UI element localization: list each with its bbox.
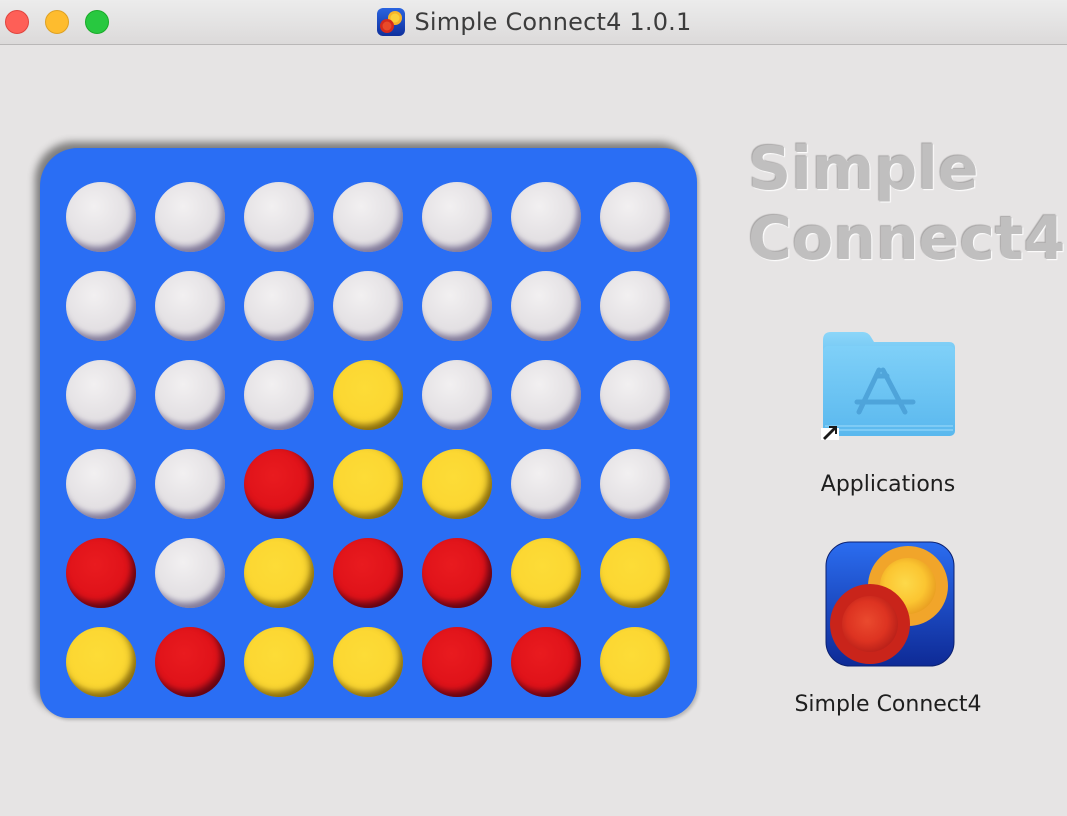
heading-line-2: Connect4 (748, 204, 1066, 274)
board-slot-empty (511, 271, 581, 341)
board-slot-empty (333, 271, 403, 341)
board-slot-yellow (333, 627, 403, 697)
board-slot-empty (600, 182, 670, 252)
board-slot-empty (66, 449, 136, 519)
title-group: Simple Connect4 1.0.1 (0, 0, 1067, 44)
board-slot-empty (511, 449, 581, 519)
board-slot-empty (422, 271, 492, 341)
board-slot-empty (66, 360, 136, 430)
board-slot-empty (600, 449, 670, 519)
board-slot-yellow (422, 449, 492, 519)
applications-label: Applications (820, 472, 956, 497)
simple-connect4-label: Simple Connect4 (794, 692, 982, 717)
alias-arrow-icon (821, 426, 839, 440)
app-title-icon (376, 8, 405, 36)
board-slot-empty (155, 449, 225, 519)
board-slot-empty (66, 182, 136, 252)
game-board-image (40, 148, 697, 718)
board-slot-red (511, 627, 581, 697)
board-slot-empty (244, 360, 314, 430)
board-slot-empty (155, 182, 225, 252)
board-slot-red (155, 627, 225, 697)
window-title: Simple Connect4 1.0.1 (414, 8, 692, 36)
title-bar[interactable]: Simple Connect4 1.0.1 (0, 0, 1067, 45)
board-slot-yellow (66, 627, 136, 697)
board-slot-yellow (600, 627, 670, 697)
board-slot-empty (333, 182, 403, 252)
board-slot-empty (155, 538, 225, 608)
board-slot-empty (244, 182, 314, 252)
board-slot-red (244, 449, 314, 519)
board-slot-empty (422, 182, 492, 252)
board-slot-yellow (333, 449, 403, 519)
board-slot-empty (511, 182, 581, 252)
applications-folder-icon[interactable] (821, 330, 957, 440)
board-slot-empty (511, 360, 581, 430)
board-slot-red (66, 538, 136, 608)
board-slot-yellow (600, 538, 670, 608)
board-slot-yellow (511, 538, 581, 608)
heading-line-1: Simple (748, 134, 979, 204)
board-slot-empty (155, 360, 225, 430)
board-slot-yellow (333, 360, 403, 430)
board-slot-red (422, 627, 492, 697)
dmg-installer-window: Simple Connect4 1.0.1 Simple Connect4 Ap… (0, 0, 1067, 816)
board-slot-yellow (244, 627, 314, 697)
board-slot-red (333, 538, 403, 608)
board-slot-yellow (244, 538, 314, 608)
board-slot-empty (600, 271, 670, 341)
board-slot-empty (244, 271, 314, 341)
board-slot-empty (422, 360, 492, 430)
board-slot-empty (155, 271, 225, 341)
board-slot-empty (66, 271, 136, 341)
product-heading: Simple Connect4 (748, 134, 1066, 274)
simple-connect4-app-icon[interactable] (824, 540, 956, 670)
board-slot-empty (600, 360, 670, 430)
board-slot-red (422, 538, 492, 608)
